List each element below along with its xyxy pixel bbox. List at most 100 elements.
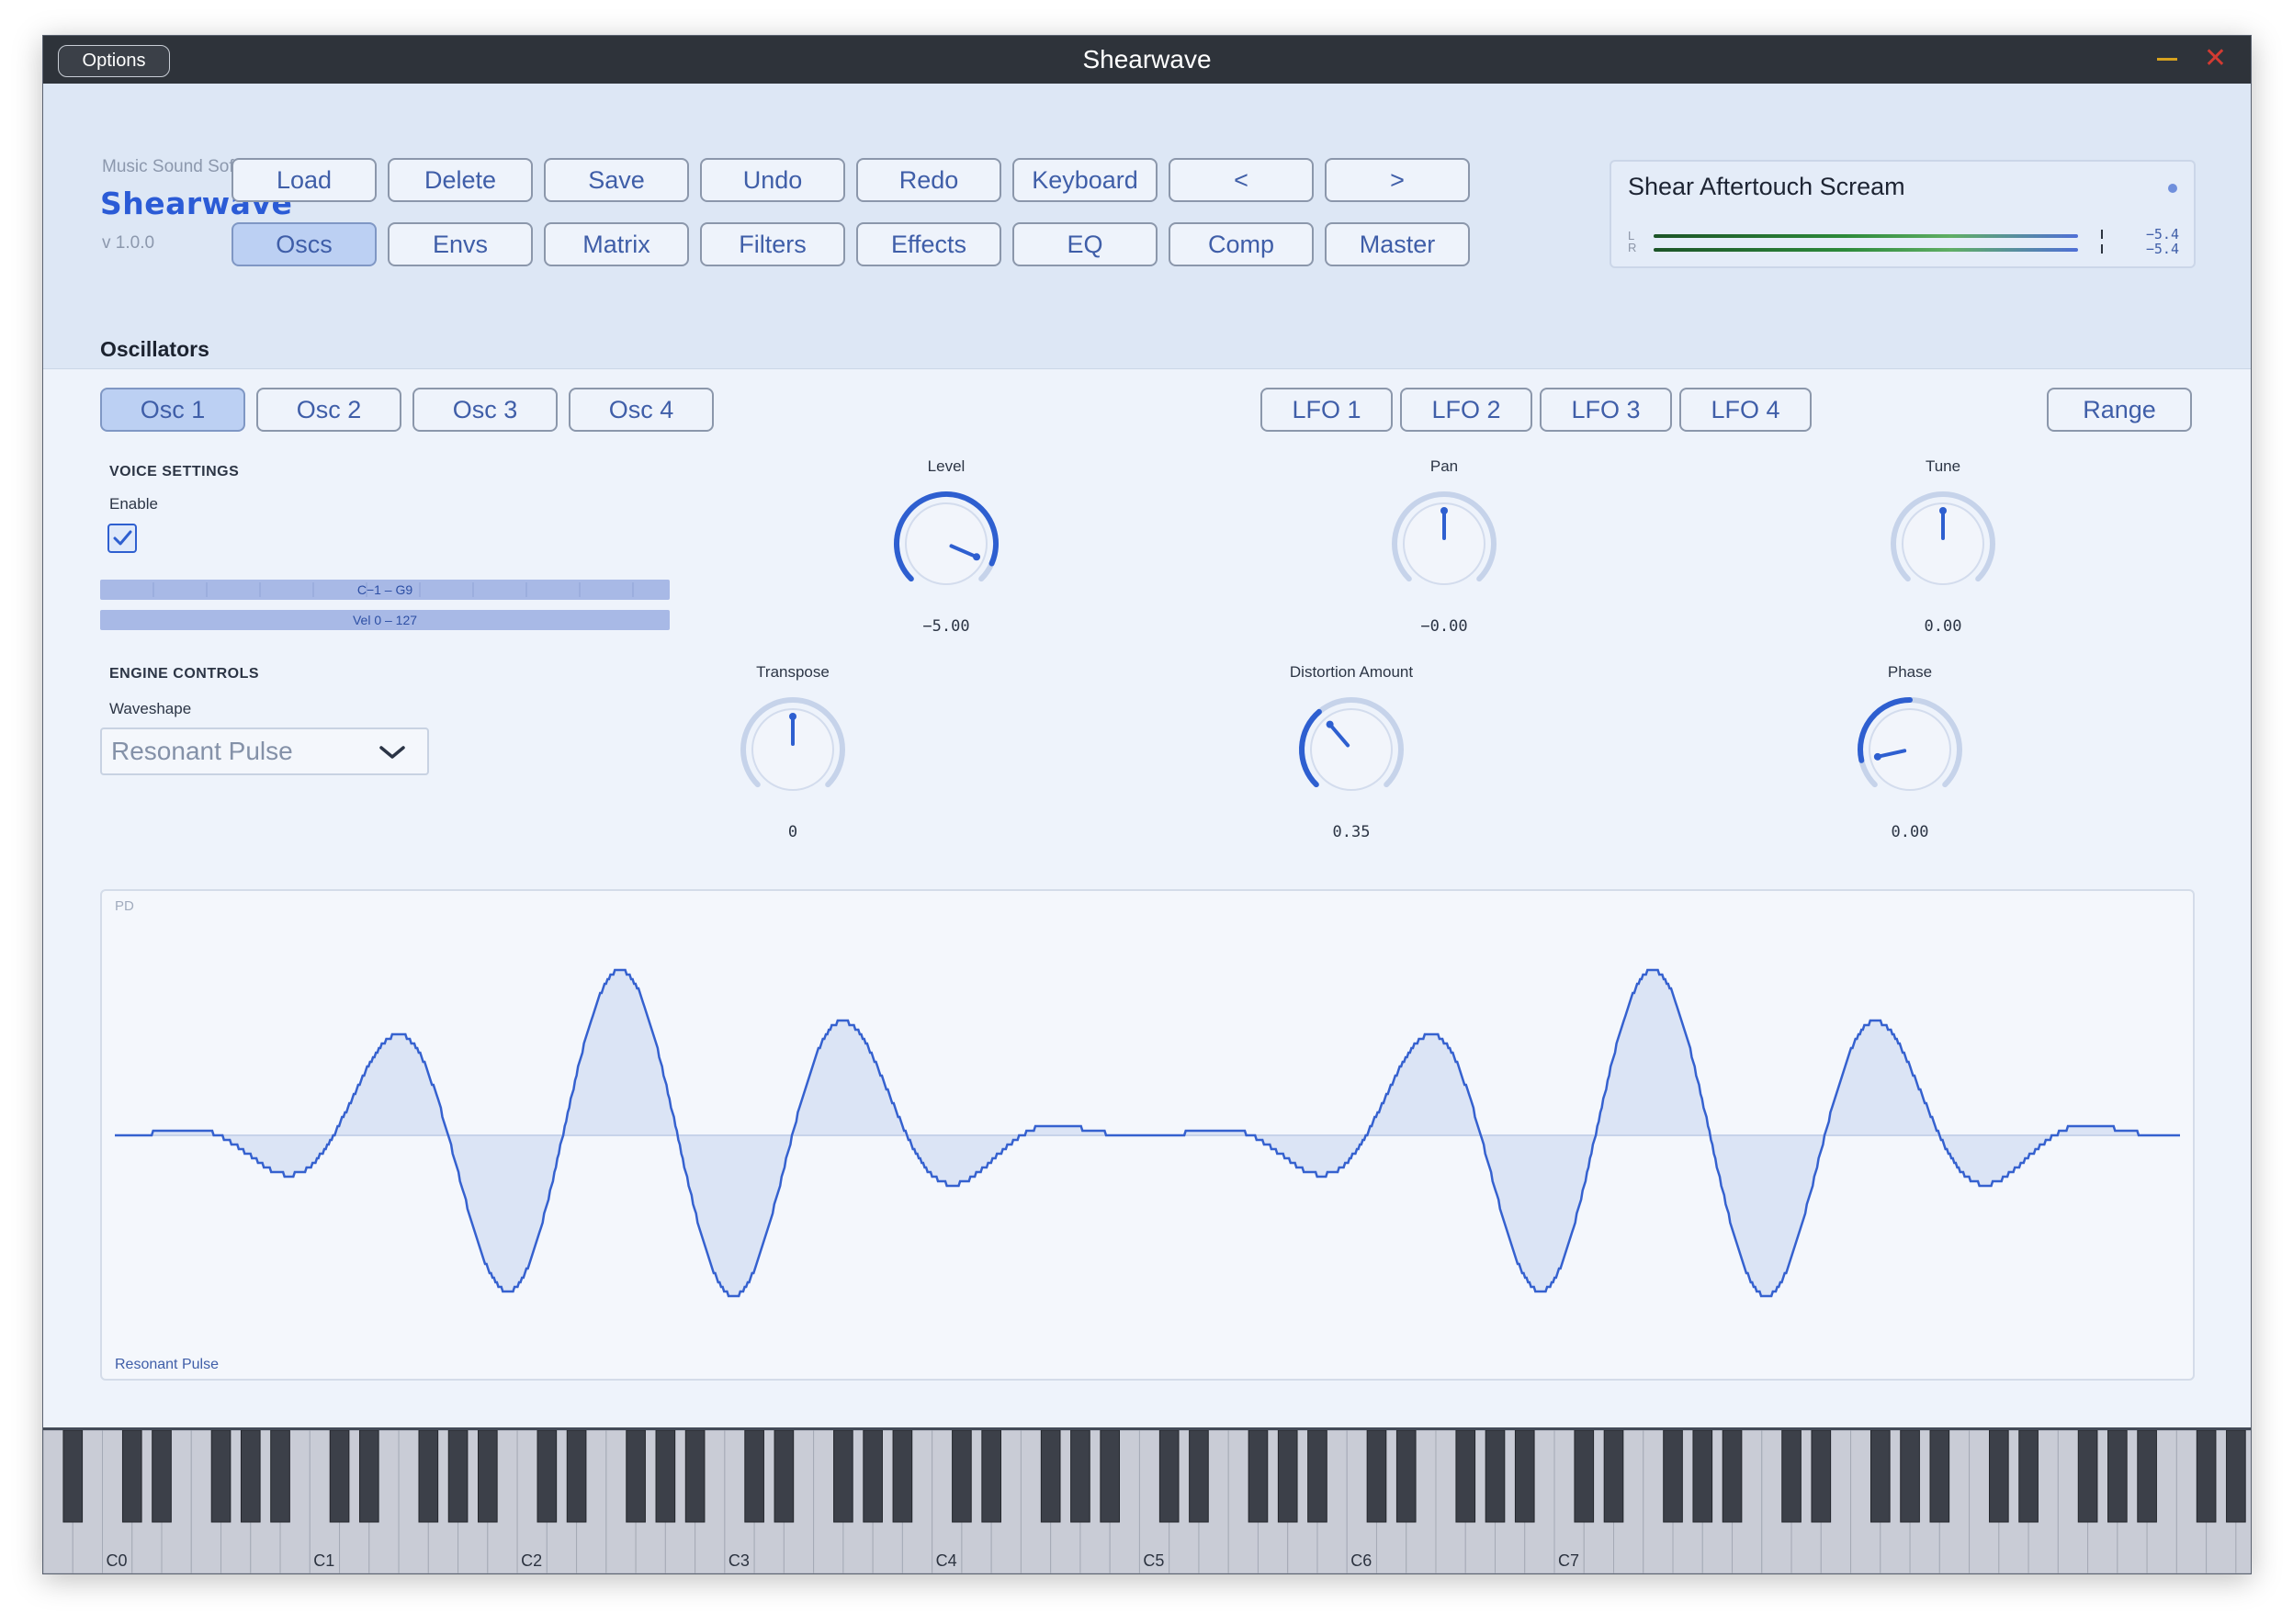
black-key[interactable] bbox=[537, 1430, 558, 1523]
tune-knob[interactable] bbox=[1879, 479, 2007, 608]
black-key[interactable] bbox=[1366, 1430, 1387, 1523]
black-key[interactable] bbox=[152, 1430, 172, 1523]
black-key[interactable] bbox=[1158, 1430, 1180, 1523]
black-key[interactable] bbox=[210, 1430, 232, 1523]
black-key[interactable] bbox=[478, 1430, 498, 1523]
page-tab-eq[interactable]: EQ bbox=[1012, 222, 1158, 266]
piano-keys[interactable]: C0 C1 C2 C3 C4 C5 C6 C7 bbox=[43, 1430, 2251, 1574]
black-key[interactable] bbox=[1514, 1430, 1535, 1523]
octave-label-c6: C6 bbox=[1350, 1551, 1372, 1570]
range-button[interactable]: Range bbox=[2047, 388, 2192, 432]
black-key[interactable] bbox=[329, 1430, 350, 1523]
black-key[interactable] bbox=[774, 1430, 795, 1523]
black-key[interactable] bbox=[447, 1430, 469, 1523]
page-tab-effects[interactable]: Effects bbox=[856, 222, 1001, 266]
key-range-bar[interactable]: C−1 – G9 bbox=[100, 580, 670, 600]
black-key[interactable] bbox=[1040, 1430, 1061, 1523]
black-key[interactable] bbox=[1395, 1430, 1417, 1523]
octave-label-c7: C7 bbox=[1558, 1551, 1579, 1570]
level-knob[interactable] bbox=[882, 479, 1011, 608]
black-key[interactable] bbox=[981, 1430, 1001, 1523]
black-key[interactable] bbox=[1485, 1430, 1506, 1523]
black-key[interactable] bbox=[240, 1430, 261, 1523]
page-tab-envs[interactable]: Envs bbox=[388, 222, 533, 266]
meter-left-bar bbox=[1654, 234, 2078, 238]
black-key[interactable] bbox=[626, 1430, 646, 1523]
waveshape-select[interactable]: Resonant Pulse bbox=[100, 727, 429, 775]
osc-tab-2[interactable]: Osc 2 bbox=[256, 388, 401, 432]
preset-display[interactable]: Shear Aftertouch Scream L R −5.4 −5.4 bbox=[1610, 160, 2196, 268]
page-tab-oscs[interactable]: Oscs bbox=[232, 222, 377, 266]
black-key[interactable] bbox=[1869, 1430, 1891, 1523]
page-tab-comp[interactable]: Comp bbox=[1169, 222, 1314, 266]
black-key[interactable] bbox=[62, 1430, 84, 1523]
black-key[interactable] bbox=[121, 1430, 142, 1523]
black-key[interactable] bbox=[270, 1430, 290, 1523]
black-key[interactable] bbox=[1603, 1430, 1624, 1523]
page-tab-filters[interactable]: Filters bbox=[700, 222, 845, 266]
toolbar-button-1[interactable]: Delete bbox=[388, 158, 533, 202]
black-key[interactable] bbox=[952, 1430, 972, 1523]
octave-label-c3: C3 bbox=[729, 1551, 750, 1570]
close-icon[interactable]: ✕ bbox=[2204, 43, 2227, 74]
black-key[interactable] bbox=[2226, 1430, 2246, 1523]
black-key[interactable] bbox=[418, 1430, 439, 1523]
black-key[interactable] bbox=[744, 1430, 764, 1523]
toolbar-button-2[interactable]: Save bbox=[544, 158, 689, 202]
black-key[interactable] bbox=[833, 1430, 853, 1523]
black-key[interactable] bbox=[2107, 1430, 2128, 1523]
toolbar-button-3[interactable]: Undo bbox=[700, 158, 845, 202]
osc-tab-4[interactable]: Osc 4 bbox=[569, 388, 714, 432]
key-range-text: C−1 – G9 bbox=[356, 582, 413, 597]
lfo-tab-2[interactable]: LFO 2 bbox=[1400, 388, 1532, 432]
piano-keyboard[interactable]: C0 C1 C2 C3 C4 C5 C6 C7 bbox=[43, 1427, 2251, 1574]
black-key[interactable] bbox=[1277, 1430, 1298, 1523]
distortion-knob[interactable] bbox=[1287, 685, 1416, 814]
toolbar-button-4[interactable]: Redo bbox=[856, 158, 1001, 202]
black-key[interactable] bbox=[2018, 1430, 2039, 1523]
black-key[interactable] bbox=[1189, 1430, 1209, 1523]
black-key[interactable] bbox=[2137, 1430, 2157, 1523]
black-key[interactable] bbox=[1455, 1430, 1476, 1523]
black-key[interactable] bbox=[684, 1430, 706, 1523]
black-key[interactable] bbox=[2077, 1430, 2098, 1523]
black-key[interactable] bbox=[358, 1430, 379, 1523]
velocity-range-bar[interactable]: Vel 0 – 127 bbox=[100, 610, 670, 630]
toolbar-button-7[interactable]: > bbox=[1325, 158, 1470, 202]
black-key[interactable] bbox=[1811, 1430, 1832, 1523]
toolbar-button-5[interactable]: Keyboard bbox=[1012, 158, 1158, 202]
page-tab-master[interactable]: Master bbox=[1325, 222, 1470, 266]
black-key[interactable] bbox=[1900, 1430, 1920, 1523]
black-key[interactable] bbox=[892, 1430, 913, 1523]
enable-checkbox[interactable] bbox=[107, 524, 137, 553]
octave-label-c5: C5 bbox=[1143, 1551, 1164, 1570]
black-key[interactable] bbox=[2196, 1430, 2217, 1523]
black-key[interactable] bbox=[655, 1430, 676, 1523]
phase-knob[interactable] bbox=[1846, 685, 1974, 814]
pan-knob[interactable] bbox=[1380, 479, 1508, 608]
osc-tab-3[interactable]: Osc 3 bbox=[412, 388, 558, 432]
black-key[interactable] bbox=[1070, 1430, 1090, 1523]
distortion-value: 0.35 bbox=[1332, 823, 1371, 841]
black-key[interactable] bbox=[863, 1430, 883, 1523]
black-key[interactable] bbox=[566, 1430, 587, 1523]
black-key[interactable] bbox=[1574, 1430, 1595, 1523]
black-key[interactable] bbox=[1929, 1430, 1950, 1523]
black-key[interactable] bbox=[1248, 1430, 1269, 1523]
transpose-knob[interactable] bbox=[729, 685, 857, 814]
black-key[interactable] bbox=[1663, 1430, 1683, 1523]
black-key[interactable] bbox=[1989, 1430, 2009, 1523]
black-key[interactable] bbox=[1692, 1430, 1713, 1523]
lfo-tab-1[interactable]: LFO 1 bbox=[1260, 388, 1393, 432]
black-key[interactable] bbox=[1781, 1430, 1802, 1523]
black-key[interactable] bbox=[1722, 1430, 1743, 1523]
toolbar-button-0[interactable]: Load bbox=[232, 158, 377, 202]
lfo-tab-4[interactable]: LFO 4 bbox=[1679, 388, 1812, 432]
toolbar-button-6[interactable]: < bbox=[1169, 158, 1314, 202]
lfo-tab-3[interactable]: LFO 3 bbox=[1540, 388, 1672, 432]
page-tab-matrix[interactable]: Matrix bbox=[544, 222, 689, 266]
osc-tab-1[interactable]: Osc 1 bbox=[100, 388, 245, 432]
black-key[interactable] bbox=[1100, 1430, 1121, 1523]
minimize-icon[interactable] bbox=[2157, 58, 2177, 61]
black-key[interactable] bbox=[1307, 1430, 1327, 1523]
